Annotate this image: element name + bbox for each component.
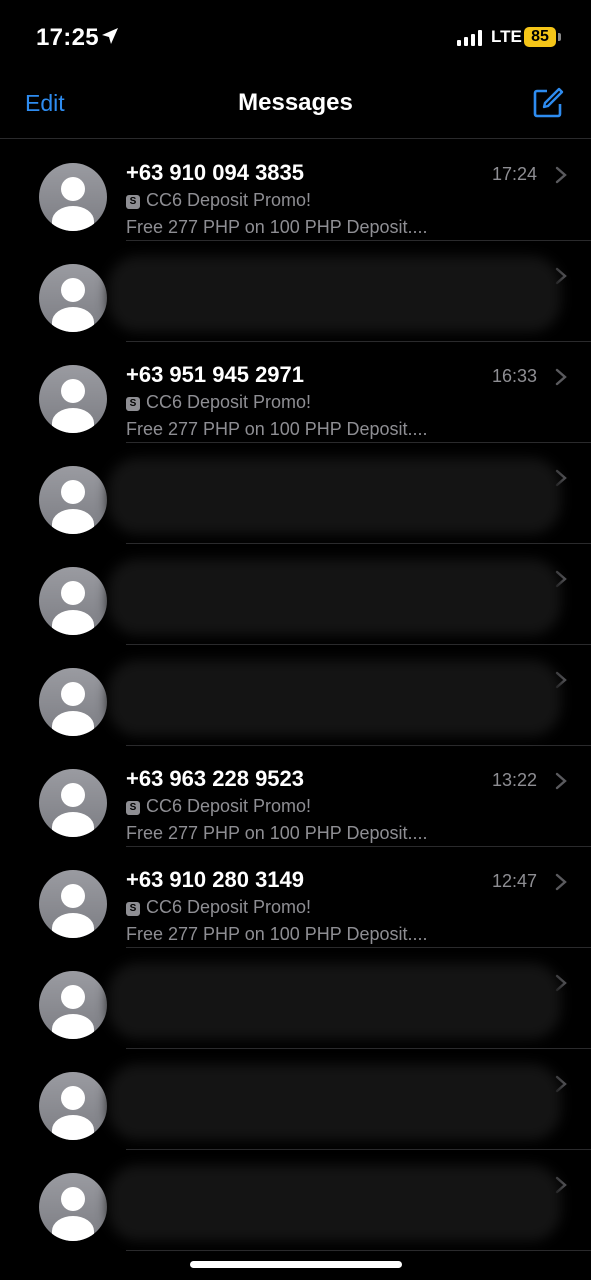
- subject-text: CC6 Deposit Promo!: [146, 190, 312, 210]
- avatar-shoulders: [52, 1014, 94, 1039]
- conversation-row[interactable]: +63 910 094 3835 17:24 S CC6 Deposit Promo!…: [0, 140, 591, 241]
- avatar-head: [61, 177, 85, 201]
- s-badge-icon: S: [126, 902, 140, 916]
- avatar-icon: [39, 1072, 107, 1140]
- avatar-head: [61, 480, 85, 504]
- conversation-row[interactable]: +63 963 228 9523 13:22 S CC6 Deposit Promo!…: [0, 746, 591, 847]
- avatar-icon: [39, 870, 107, 938]
- s-badge-icon: S: [126, 397, 140, 411]
- conversation-row[interactable]: [0, 544, 591, 645]
- message-time: 16:33: [491, 366, 537, 386]
- avatar-icon: [39, 466, 107, 534]
- redacted-content: [108, 1165, 561, 1241]
- location-arrow-icon: [102, 28, 118, 44]
- avatar-icon: [39, 567, 107, 635]
- message-preview: Free 277 PHP on 100 PHP Deposit....: [126, 823, 428, 843]
- avatar-icon: [39, 264, 107, 332]
- redacted-content: [108, 963, 561, 1039]
- message-time: 17:24: [491, 164, 537, 184]
- chevron-right-icon: [555, 772, 567, 790]
- avatar-icon: [39, 769, 107, 837]
- signal-bars-icon: [457, 30, 485, 46]
- redacted-content: [108, 256, 561, 332]
- avatar-icon: [39, 668, 107, 736]
- subject-text: CC6 Deposit Promo!: [146, 392, 312, 412]
- message-subject: S CC6 Deposit Promo!: [126, 796, 311, 817]
- avatar-head: [61, 884, 85, 908]
- message-time: 12:47: [491, 871, 537, 891]
- avatar-head: [61, 682, 85, 706]
- conversation-list: +63 910 094 3835 17:24 S CC6 Deposit Promo!…: [0, 140, 591, 1251]
- conversation-row[interactable]: [0, 241, 591, 342]
- avatar-shoulders: [52, 913, 94, 938]
- conversation-row[interactable]: +63 951 945 2971 16:33 S CC6 Deposit Promo!…: [0, 342, 591, 443]
- avatar-shoulders: [52, 610, 94, 635]
- avatar-shoulders: [52, 1216, 94, 1241]
- redacted-content: [108, 660, 561, 736]
- message-subject: S CC6 Deposit Promo!: [126, 897, 311, 918]
- sender-name: +63 963 228 9523: [126, 766, 305, 791]
- network-type: LTE: [491, 27, 522, 46]
- redacted-content: [108, 559, 561, 635]
- sender-name: +63 910 094 3835: [126, 160, 305, 185]
- status-time: 17:25: [36, 24, 99, 51]
- conversation-row[interactable]: [0, 1150, 591, 1251]
- conversation-row[interactable]: [0, 645, 591, 746]
- message-preview: Free 277 PHP on 100 PHP Deposit....: [126, 217, 428, 237]
- message-preview: Free 277 PHP on 100 PHP Deposit....: [126, 419, 428, 439]
- s-badge-icon: S: [126, 195, 140, 209]
- avatar-icon: [39, 163, 107, 231]
- avatar-icon: [39, 1173, 107, 1241]
- avatar-head: [61, 783, 85, 807]
- avatar-icon: [39, 365, 107, 433]
- redacted-content: [108, 1064, 561, 1140]
- message-time: 13:22: [491, 770, 537, 790]
- avatar-head: [61, 1187, 85, 1211]
- avatar-head: [61, 985, 85, 1009]
- battery-icon: 85: [524, 27, 556, 47]
- subject-text: CC6 Deposit Promo!: [146, 897, 312, 917]
- conversation-row[interactable]: [0, 1049, 591, 1150]
- avatar-head: [61, 581, 85, 605]
- redacted-content: [108, 458, 561, 534]
- battery-cap: [558, 33, 561, 41]
- avatar-shoulders: [52, 206, 94, 231]
- conversation-row[interactable]: +63 910 280 3149 12:47 S CC6 Deposit Promo!…: [0, 847, 591, 948]
- s-badge-icon: S: [126, 801, 140, 815]
- sender-name: +63 910 280 3149: [126, 867, 305, 892]
- navigation-bar: Edit Messages: [0, 70, 591, 139]
- compose-icon[interactable]: [531, 86, 565, 120]
- home-indicator: [190, 1261, 402, 1268]
- chevron-right-icon: [555, 873, 567, 891]
- row-divider: [126, 1250, 591, 1251]
- page-title: Messages: [238, 89, 353, 116]
- avatar-head: [61, 1086, 85, 1110]
- avatar-shoulders: [52, 711, 94, 736]
- status-bar: 17:25 LTE 85: [0, 0, 591, 70]
- avatar-head: [61, 379, 85, 403]
- avatar-icon: [39, 971, 107, 1039]
- subject-text: CC6 Deposit Promo!: [146, 796, 312, 816]
- avatar-shoulders: [52, 509, 94, 534]
- avatar-shoulders: [52, 408, 94, 433]
- chevron-right-icon: [555, 166, 567, 184]
- message-subject: S CC6 Deposit Promo!: [126, 190, 311, 211]
- conversation-row[interactable]: [0, 443, 591, 544]
- avatar-shoulders: [52, 307, 94, 332]
- avatar-shoulders: [52, 1115, 94, 1140]
- sender-name: +63 951 945 2971: [126, 362, 305, 387]
- conversation-row[interactable]: [0, 948, 591, 1049]
- avatar-head: [61, 278, 85, 302]
- chevron-right-icon: [555, 368, 567, 386]
- avatar-shoulders: [52, 812, 94, 837]
- message-subject: S CC6 Deposit Promo!: [126, 392, 311, 413]
- message-preview: Free 277 PHP on 100 PHP Deposit....: [126, 924, 428, 944]
